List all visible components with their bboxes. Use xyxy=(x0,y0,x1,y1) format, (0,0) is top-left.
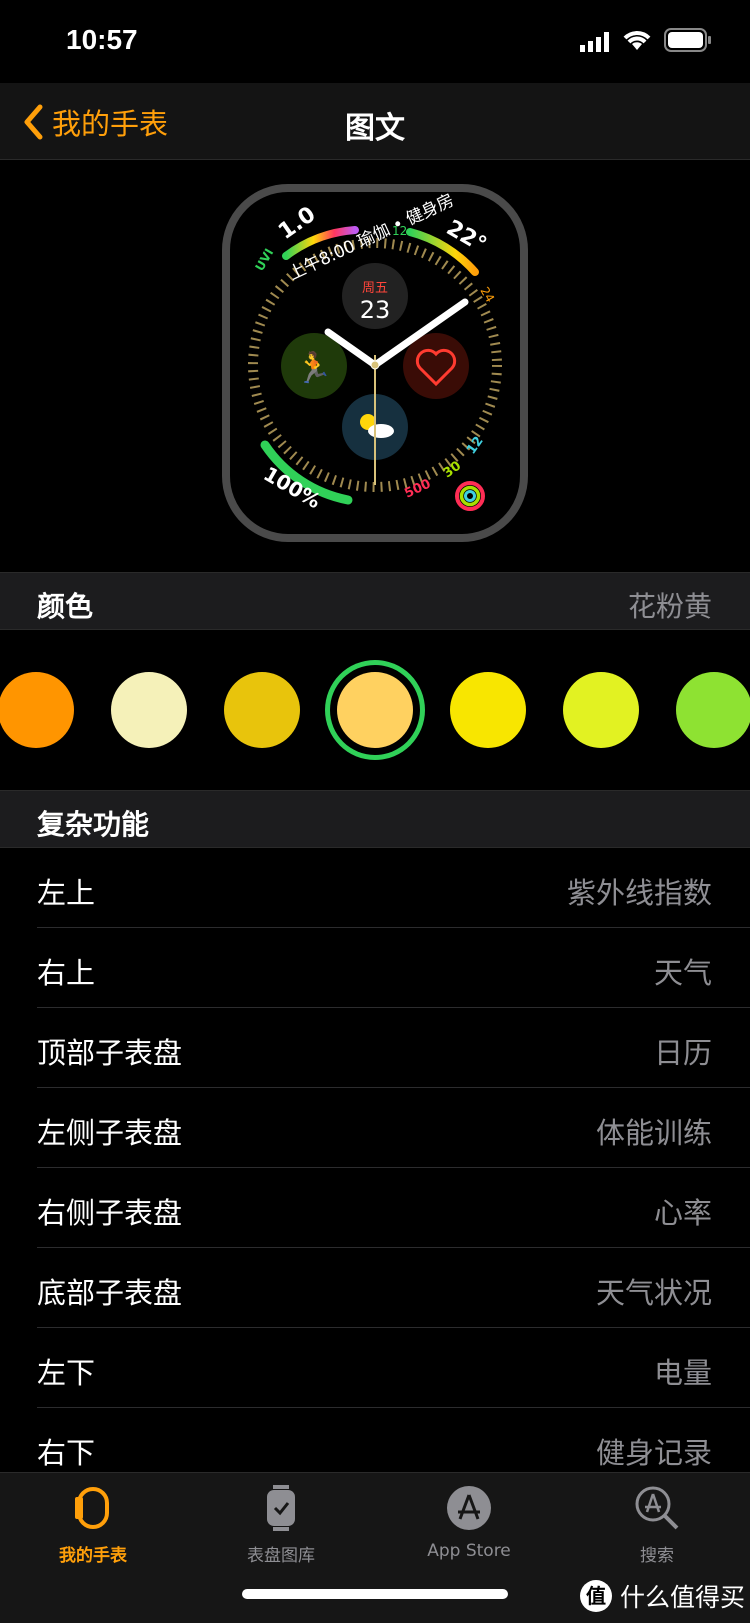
complication-slot: 左侧子表盘 xyxy=(37,1116,183,1150)
complication-row[interactable]: 右上 天气 xyxy=(0,928,750,1008)
weekday: 周五 xyxy=(362,281,388,296)
color-section-header: 颜色 花粉黄 xyxy=(0,572,750,630)
tab-my-watch[interactable]: 我的手表 xyxy=(18,1485,168,1566)
complication-value: 日历 xyxy=(653,1036,712,1070)
complication-row[interactable]: 顶部子表盘 日历 xyxy=(0,1008,750,1088)
color-swatch[interactable] xyxy=(224,672,300,748)
complication-row[interactable]: 右侧子表盘 心率 xyxy=(0,1168,750,1248)
tab-label: 搜索 xyxy=(640,1546,674,1566)
date: 23 xyxy=(360,296,391,324)
nav-bar: 我的手表 图文 xyxy=(0,83,750,160)
cellular-signal-icon xyxy=(580,32,609,52)
complication-row[interactable]: 底部子表盘 天气状况 xyxy=(0,1248,750,1328)
watermark-badge: 值 xyxy=(580,1580,612,1612)
complication-row[interactable]: 左下 电量 xyxy=(0,1328,750,1408)
page-title: 图文 xyxy=(345,111,405,146)
face-gallery-icon xyxy=(267,1485,295,1531)
status-bar: 10:57 xyxy=(0,0,750,83)
complication-value: 天气 xyxy=(653,956,712,990)
color-swatch[interactable] xyxy=(0,672,74,748)
color-value: 花粉黄 xyxy=(627,590,712,623)
running-icon: 🏃 xyxy=(295,350,332,386)
tab-label: App Store xyxy=(427,1541,511,1561)
watch-face-preview: 1.0 UVI 22° 12 24 上午8:00 瑜伽 • 健身房 周五 23 … xyxy=(0,160,750,572)
tab-app-store[interactable]: App Store xyxy=(394,1485,544,1561)
app-store-icon xyxy=(447,1486,491,1530)
complication-value: 天气状况 xyxy=(595,1276,712,1310)
color-label: 颜色 xyxy=(37,590,94,623)
battery-icon xyxy=(664,28,711,52)
complication-slot: 右上 xyxy=(37,956,96,990)
tab-face-gallery[interactable]: 表盘图库 xyxy=(206,1485,356,1566)
complication-value: 健身记录 xyxy=(595,1436,712,1470)
complication-slot: 左下 xyxy=(37,1356,96,1390)
wifi-icon xyxy=(623,31,651,50)
watermark: 值什么值得买 xyxy=(580,1578,745,1614)
tab-search[interactable]: 搜索 xyxy=(582,1485,732,1566)
color-swatch[interactable] xyxy=(450,672,526,748)
complication-value: 电量 xyxy=(653,1356,712,1390)
complication-slot: 右下 xyxy=(37,1436,96,1470)
complication-value: 体能训练 xyxy=(595,1116,712,1150)
complication-slot: 右侧子表盘 xyxy=(37,1196,183,1230)
home-indicator[interactable] xyxy=(242,1589,508,1599)
complication-slot: 顶部子表盘 xyxy=(37,1036,183,1070)
tab-label: 我的手表 xyxy=(59,1546,127,1566)
color-swatch[interactable] xyxy=(111,672,187,748)
complication-value: 紫外线指数 xyxy=(566,876,712,910)
tab-label: 表盘图库 xyxy=(247,1546,315,1566)
color-swatch[interactable] xyxy=(676,672,750,748)
color-swatches xyxy=(0,630,750,790)
watermark-text: 什么值得买 xyxy=(620,1583,746,1612)
heart-rate-subdial xyxy=(403,333,469,399)
color-swatch-selected[interactable] xyxy=(337,672,413,748)
cloud-icon xyxy=(368,424,394,438)
complication-row[interactable]: 左侧子表盘 体能训练 xyxy=(0,1088,750,1168)
complications-section-header: 复杂功能 xyxy=(0,790,750,848)
color-swatch[interactable] xyxy=(563,672,639,748)
complication-slot: 底部子表盘 xyxy=(37,1276,183,1310)
search-icon xyxy=(635,1486,679,1530)
status-time: 10:57 xyxy=(66,24,138,55)
complications-label: 复杂功能 xyxy=(37,808,150,841)
complication-row[interactable]: 左上 紫外线指数 xyxy=(0,848,750,928)
complication-value: 心率 xyxy=(653,1196,712,1230)
watch-icon xyxy=(75,1487,109,1529)
complication-slot: 左上 xyxy=(37,876,96,910)
